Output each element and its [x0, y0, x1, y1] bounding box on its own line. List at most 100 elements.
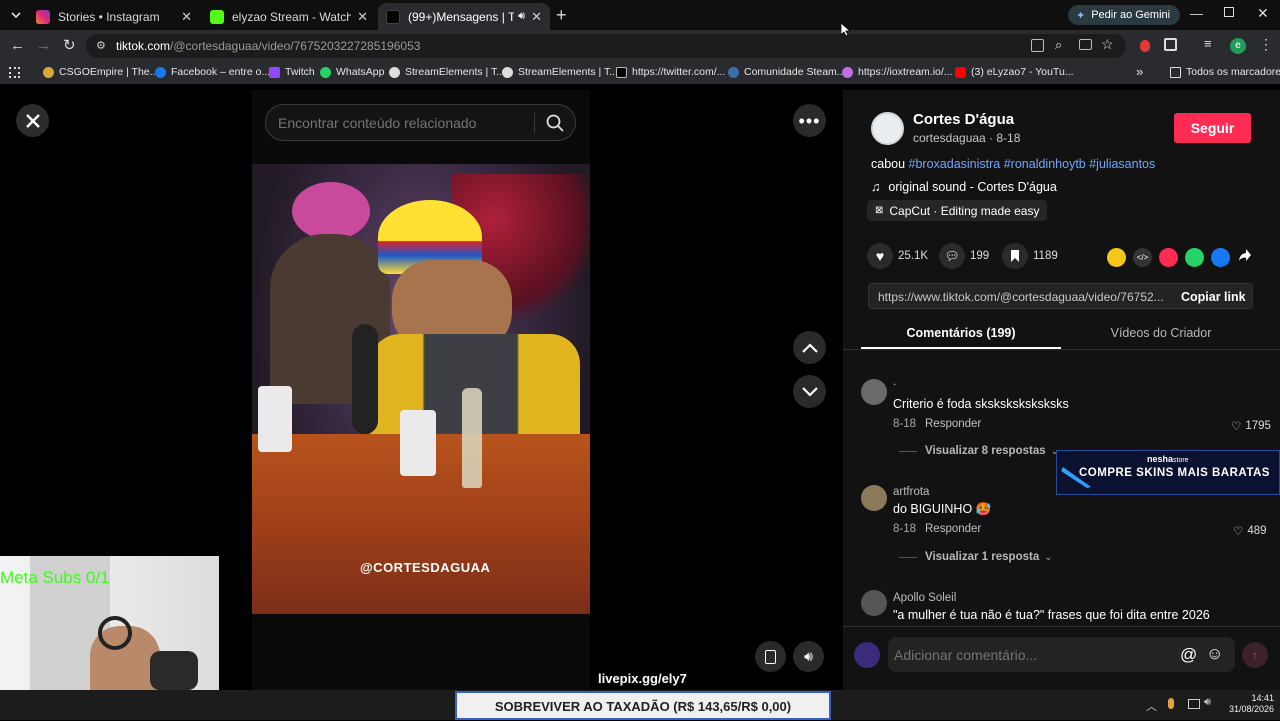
network-icon[interactable] [1188, 699, 1200, 709]
site-info-icon[interactable]: ⚙︎ [96, 39, 106, 52]
bookmark-csgoempire[interactable]: CSGOEmpire | The... [43, 66, 158, 78]
ad-text: COMPRE SKINS MAIS BARATAS [1079, 467, 1270, 479]
reload-icon[interactable]: ↻ [63, 36, 76, 54]
speaker-icon[interactable]: 🔊︎ [518, 10, 525, 23]
search-input[interactable] [278, 113, 528, 133]
tab-kick[interactable]: elyzao Stream - Watch Live on ✕ [202, 3, 376, 30]
mini-player-button[interactable] [755, 641, 786, 672]
more-options-button[interactable]: ••• [793, 104, 826, 137]
tab-instagram[interactable]: Stories • Instagram ✕ [28, 3, 200, 30]
previous-video-button[interactable] [793, 331, 826, 364]
comment-avatar[interactable] [861, 379, 887, 405]
bookmark-twitch[interactable]: Twitch [269, 66, 315, 78]
menu-icon[interactable]: ⋮ [1259, 36, 1273, 53]
zoom-icon[interactable]: ⌕ [1055, 37, 1062, 53]
video-player[interactable]: @CORTESDAGUAA [252, 90, 590, 690]
comment-author[interactable]: . [893, 376, 896, 388]
microphone-icon[interactable] [1168, 698, 1174, 709]
bookmark-steam[interactable]: Comunidade Steam... [728, 66, 846, 78]
volume-button[interactable]: 🔊︎ [793, 641, 824, 672]
whatsapp-icon[interactable] [1185, 248, 1204, 267]
profile-avatar[interactable]: e [1230, 38, 1246, 54]
tab-tiktok[interactable]: (99+)Mensagens | TikTok 🔊︎ ✕ [378, 3, 550, 30]
embed-icon[interactable]: </> [1133, 248, 1152, 267]
like-button[interactable]: ♥ 25.1K [867, 243, 928, 269]
capcut-chip[interactable]: ⊠ CapCut · Editing made easy [867, 200, 1048, 221]
gemini-button[interactable]: ✦ Pedir ao Gemini [1068, 5, 1181, 25]
media-control-icon[interactable]: ≡ [1204, 36, 1212, 51]
translate-icon[interactable] [1031, 39, 1044, 52]
post-comment-button[interactable]: ↑ [1242, 642, 1268, 668]
bookmark-ioxtream[interactable]: https://ioxtream.io/... [842, 66, 953, 78]
tab-creator-videos[interactable]: Vídeos do Criador [1061, 326, 1261, 340]
user-avatar[interactable] [854, 642, 880, 668]
new-tab-button[interactable]: + [556, 5, 567, 26]
address-bar[interactable]: ⚙︎ tiktok.com /@cortesdaguaa/video/76752… [86, 34, 1126, 58]
close-window-button[interactable]: ✕ [1257, 5, 1269, 22]
comment-author[interactable]: artfrota [893, 486, 929, 498]
sound-link[interactable]: ♫ original sound - Cortes D'água [871, 180, 1057, 194]
video-frame: @CORTESDAGUAA [252, 164, 590, 614]
save-button[interactable]: 1189 [1002, 243, 1058, 269]
bookmark-streamelements-2[interactable]: StreamElements | T... [502, 66, 618, 78]
back-icon[interactable]: ← [10, 37, 25, 54]
comment-author[interactable]: Apollo Soleil [893, 592, 956, 604]
cast-icon[interactable] [1079, 39, 1092, 50]
video-description: cabou #broxadasinistra #ronaldinhoytb #j… [871, 157, 1155, 171]
all-bookmarks[interactable]: Todos os marcadores [1170, 66, 1280, 78]
comment-button[interactable]: 💬︎ 199 [939, 243, 989, 269]
send-icon[interactable] [1159, 248, 1178, 267]
minimize-button[interactable]: — [1190, 6, 1203, 21]
comment-like[interactable]: ♡ 489 [1233, 524, 1267, 538]
restore-button[interactable] [1224, 7, 1234, 17]
view-replies[interactable]: Visualizar 1 resposta ⌄ [899, 551, 1053, 563]
comment-input[interactable] [894, 645, 1164, 665]
bookmark-facebook[interactable]: Facebook – entre o... [155, 66, 270, 78]
reply-button[interactable]: Responder [925, 418, 981, 430]
twitch-icon [269, 66, 280, 78]
goal-text: SOBREVIVER AO TAXADÃO (R$ 143,65/R$ 0,00… [494, 699, 792, 714]
chair-shape [150, 651, 198, 690]
close-icon[interactable]: ✕ [357, 9, 368, 25]
comment-avatar[interactable] [861, 485, 887, 511]
volume-icon[interactable]: 🔊︎ [1204, 696, 1211, 709]
close-video-button[interactable] [16, 104, 49, 137]
hashtag-link[interactable]: #ronaldinhoytb [1004, 157, 1086, 171]
forward-icon[interactable]: → [36, 37, 51, 54]
bookmark-streamelements-1[interactable]: StreamElements | T... [389, 66, 505, 78]
search-icon[interactable] [546, 114, 564, 132]
comment-input-box[interactable]: @ ☺ [888, 637, 1235, 672]
tray-chevron-icon[interactable]: ︿ [1146, 698, 1157, 714]
apps-icon[interactable] [9, 67, 20, 78]
bookmark-youtube[interactable]: (3) eLyzao7 - YouTu... [955, 66, 1074, 78]
tab-comments[interactable]: Comentários (199) [861, 326, 1061, 340]
close-icon[interactable]: ✕ [531, 9, 542, 25]
bookmark-twitter[interactable]: https://twitter.com/... [616, 66, 725, 78]
extensions-icon[interactable] [1164, 38, 1177, 51]
creator-name[interactable]: Cortes D'água [913, 111, 1014, 128]
comment-avatar[interactable] [861, 590, 887, 616]
creator-avatar[interactable] [871, 112, 904, 145]
close-icon[interactable]: ✕ [181, 9, 192, 25]
next-video-button[interactable] [793, 375, 826, 408]
view-replies[interactable]: Visualizar 8 respostas ⌄ [899, 445, 1059, 457]
share-icon[interactable] [1238, 248, 1252, 262]
reply-button[interactable]: Responder [925, 523, 981, 535]
bookmark-star-icon[interactable]: ☆ [1101, 36, 1114, 53]
repost-icon[interactable] [1107, 248, 1126, 267]
clock[interactable]: 14:41 31/08/2026 [1218, 693, 1274, 715]
emoji-icon[interactable]: ☺ [1206, 644, 1223, 664]
related-search[interactable] [265, 104, 576, 141]
bookmarks-bar: CSGOEmpire | The... Facebook – entre o..… [0, 62, 1280, 84]
follow-button[interactable]: Seguir [1174, 113, 1251, 143]
comment-like[interactable]: ♡ 1795 [1231, 419, 1271, 433]
bookmarks-more[interactable]: » [1136, 64, 1143, 79]
mention-icon[interactable]: @ [1180, 645, 1197, 665]
hashtag-link[interactable]: #broxadasinistra [909, 157, 1001, 171]
bookmark-whatsapp[interactable]: WhatsApp [320, 66, 384, 78]
facebook-icon[interactable] [1211, 248, 1230, 267]
tab-search-icon[interactable] [8, 7, 24, 23]
extension-red-icon[interactable] [1140, 40, 1150, 52]
hashtag-link[interactable]: #juliasantos [1089, 157, 1155, 171]
copy-link-button[interactable]: Copiar link [1181, 290, 1246, 304]
